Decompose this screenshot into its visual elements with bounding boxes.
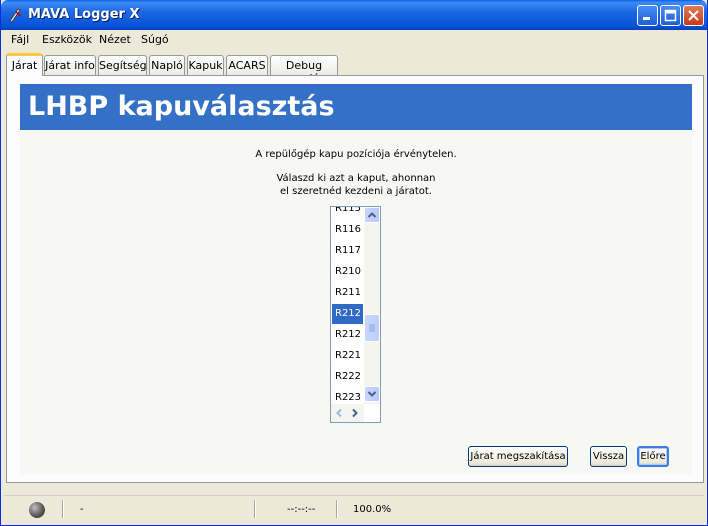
- chevron-right-icon[interactable]: [348, 406, 362, 420]
- connection-status-icon: [29, 502, 45, 518]
- instruction-line-2: el szeretnéd kezdeni a járatot.: [280, 186, 432, 197]
- chevron-down-icon: [367, 391, 377, 397]
- tab-help[interactable]: Segítség: [98, 55, 147, 75]
- menu-tools[interactable]: Eszközök: [42, 33, 92, 46]
- chevron-up-icon: [367, 212, 377, 218]
- minimize-icon: [643, 17, 650, 20]
- scroll-up-button[interactable]: [364, 207, 380, 223]
- gate-list-item[interactable]: R221: [332, 346, 363, 366]
- next-button[interactable]: Előre: [637, 446, 669, 467]
- instruction-line-1: Válaszd ki azt a kaput, ahonnan: [276, 173, 436, 184]
- gate-list-item[interactable]: R210: [332, 262, 363, 282]
- gate-list-item[interactable]: R117: [332, 241, 363, 261]
- menu-help[interactable]: Súgó: [141, 33, 169, 46]
- app-logo-icon: [9, 8, 22, 23]
- status-zoom: 100.0%: [353, 504, 392, 515]
- page-title: LHBP kapuválasztás: [28, 91, 335, 122]
- gate-list-item[interactable]: R115: [332, 207, 363, 219]
- status-divider: [336, 500, 337, 518]
- gate-list-item[interactable]: R211: [332, 283, 363, 303]
- window-title: MAVA Logger X: [28, 7, 140, 22]
- maximize-icon: [664, 9, 677, 22]
- tab-debug-log[interactable]: Debug napló: [270, 55, 338, 85]
- gate-list-item[interactable]: R212: [332, 325, 363, 345]
- status-time: --:--:--: [287, 504, 316, 515]
- status-text: -: [80, 504, 84, 515]
- scroll-thumb[interactable]: [364, 314, 380, 342]
- menu-view[interactable]: Nézet: [99, 33, 131, 46]
- horizontal-scrollbar[interactable]: [331, 404, 364, 422]
- abort-flight-button[interactable]: Járat megszakítása: [468, 446, 568, 467]
- grip-icon: [369, 324, 375, 332]
- scroll-down-button[interactable]: [364, 386, 380, 402]
- tab-strip: Járat Járat info Segítség Napló Kapuk AC…: [4, 53, 704, 85]
- status-bar: - --:--:-- 100.0%: [4, 495, 704, 523]
- close-button[interactable]: [683, 5, 704, 26]
- maximize-button[interactable]: [660, 5, 681, 26]
- status-divider: [254, 500, 255, 518]
- status-divider: [62, 500, 63, 518]
- back-button[interactable]: Vissza: [590, 446, 627, 467]
- gate-list-item[interactable]: R212: [332, 304, 363, 324]
- menu-file[interactable]: Fájl: [11, 33, 29, 46]
- vertical-scrollbar[interactable]: [364, 207, 380, 404]
- app-window: MAVA Logger X Fájl Eszközök Nézet Súgó J…: [0, 0, 708, 526]
- menu-bar: Fájl Eszközök Nézet Súgó: [4, 30, 704, 50]
- tab-flight[interactable]: Járat: [6, 53, 43, 76]
- tab-acars[interactable]: ACARS: [226, 55, 268, 75]
- gate-list-item[interactable]: R222: [332, 367, 363, 387]
- tab-log[interactable]: Napló: [149, 55, 185, 75]
- gate-selection-content: A repülőgép kapu pozíciója érvénytelen. …: [20, 130, 692, 474]
- chevron-left-icon[interactable]: [332, 406, 346, 420]
- minimize-button[interactable]: [637, 5, 658, 26]
- gate-list-item[interactable]: R116: [332, 220, 363, 240]
- tab-gates[interactable]: Kapuk: [187, 55, 224, 75]
- close-icon: [688, 10, 699, 21]
- gate-listbox[interactable]: R115 R116 R117 R210 R211 R212 R212 R221 R222 R223: [330, 206, 381, 423]
- page-header: LHBP kapuválasztás: [20, 84, 692, 130]
- tab-flight-info[interactable]: Járat info: [44, 55, 96, 75]
- title-bar[interactable]: MAVA Logger X: [1, 0, 707, 30]
- invalid-gate-message: A repülőgép kapu pozíciója érvénytelen.: [255, 149, 457, 160]
- flight-tab-panel: LHBP kapuválasztás A repülőgép kapu pozí…: [6, 75, 704, 483]
